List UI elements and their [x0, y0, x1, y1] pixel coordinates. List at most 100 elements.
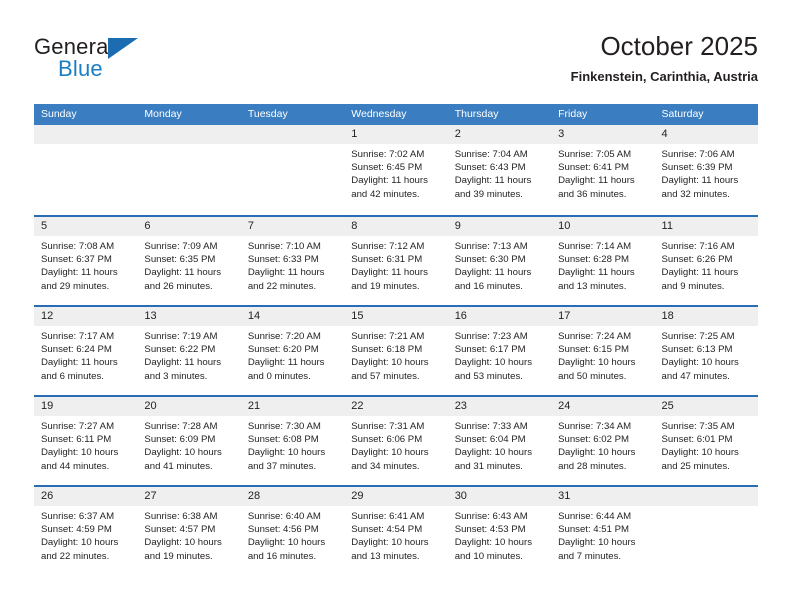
- day-number: [34, 125, 138, 144]
- day-details: Sunrise: 6:41 AM Sunset: 4:54 PM Daylight:…: [344, 506, 447, 563]
- day-cell[interactable]: 3 Sunrise: 7:05 AM Sunset: 6:41 PM Daylight…: [551, 125, 655, 215]
- day-cell[interactable]: 8 Sunrise: 7:12 AM Sunset: 6:31 PM Daylight…: [344, 217, 448, 305]
- day-cell[interactable]: 17 Sunrise: 7:24 AM Sunset: 6:15 PM Dayligh…: [551, 307, 655, 395]
- sunset-text: Sunset: 4:56 PM: [247, 524, 319, 536]
- day-number: 22: [344, 397, 448, 416]
- day-details: Sunrise: 7:09 AM Sunset: 6:35 PM Daylight:…: [137, 236, 240, 293]
- day-details: Sunrise: 7:08 AM Sunset: 6:37 PM Daylight:…: [34, 236, 137, 293]
- sunrise-text: Sunrise: 7:09 AM: [144, 241, 218, 252]
- day-number: 2: [447, 125, 552, 144]
- sunrise-text: Sunrise: 6:40 AM: [247, 511, 321, 522]
- sunrise-text: Sunrise: 7:12 AM: [351, 241, 425, 252]
- day-cell[interactable]: 9 Sunrise: 7:13 AM Sunset: 6:30 PM Daylight…: [447, 217, 552, 305]
- day-details: Sunrise: 6:37 AM Sunset: 4:59 PM Daylight:…: [34, 506, 137, 563]
- sunset-text: Sunset: 4:57 PM: [144, 524, 216, 536]
- sunrise-text: Sunrise: 7:33 AM: [454, 421, 528, 432]
- day-cell[interactable]: 1 Sunrise: 7:02 AM Sunset: 6:45 PM Daylight…: [344, 125, 448, 215]
- daylight-text: Daylight: 10 hours and 22 minutes.: [41, 537, 119, 562]
- day-details: Sunrise: 7:31 AM Sunset: 6:06 PM Daylight:…: [344, 416, 447, 473]
- day-cell[interactable]: 22 Sunrise: 7:31 AM Sunset: 6:06 PM Dayligh…: [344, 397, 448, 485]
- weekday-header-tuesday: Tuesday: [247, 108, 288, 120]
- sunset-text: Sunset: 4:54 PM: [351, 524, 423, 536]
- weekday-header-thursday: Thursday: [454, 108, 499, 120]
- sunset-text: Sunset: 6:04 PM: [454, 434, 526, 446]
- day-details: Sunrise: 6:44 AM Sunset: 4:51 PM Daylight:…: [551, 506, 654, 563]
- day-number: 15: [344, 307, 448, 326]
- day-cell[interactable]: 4 Sunrise: 7:06 AM Sunset: 6:39 PM Daylight…: [654, 125, 758, 215]
- day-number: 13: [137, 307, 241, 326]
- sunrise-text: Sunrise: 7:25 AM: [661, 331, 735, 342]
- day-number: 23: [447, 397, 552, 416]
- sunset-text: Sunset: 6:17 PM: [454, 344, 526, 356]
- sunset-text: Sunset: 6:28 PM: [558, 254, 630, 266]
- day-number: 8: [344, 217, 448, 236]
- sunset-text: Sunset: 6:02 PM: [558, 434, 630, 446]
- day-number: 20: [137, 397, 241, 416]
- day-cell[interactable]: 6 Sunrise: 7:09 AM Sunset: 6:35 PM Daylight…: [137, 217, 241, 305]
- day-cell[interactable]: 21 Sunrise: 7:30 AM Sunset: 6:08 PM Dayligh…: [240, 397, 345, 485]
- day-details: Sunrise: 7:10 AM Sunset: 6:33 PM Daylight:…: [241, 236, 344, 293]
- day-cell[interactable]: 11 Sunrise: 7:16 AM Sunset: 6:26 PM Dayligh…: [654, 217, 758, 305]
- day-cell[interactable]: 13 Sunrise: 7:19 AM Sunset: 6:22 PM Dayligh…: [137, 307, 241, 395]
- sunrise-text: Sunrise: 7:31 AM: [351, 421, 425, 432]
- day-cell[interactable]: 25 Sunrise: 7:35 AM Sunset: 6:01 PM Dayligh…: [654, 397, 758, 485]
- weekday-header-monday: Monday: [144, 108, 182, 120]
- calendar-week-row: 5 Sunrise: 7:08 AM Sunset: 6:37 PM Daylight…: [34, 215, 758, 305]
- weekday-header-saturday: Saturday: [661, 108, 704, 120]
- day-cell[interactable]: 10 Sunrise: 7:14 AM Sunset: 6:28 PM Dayligh…: [551, 217, 655, 305]
- day-cell[interactable]: 2 Sunrise: 7:04 AM Sunset: 6:43 PM Daylight…: [447, 125, 552, 215]
- weekday-header-sunday: Sunday: [41, 108, 77, 120]
- day-details: Sunrise: 7:06 AM Sunset: 6:39 PM Daylight:…: [655, 144, 758, 201]
- day-cell[interactable]: 23 Sunrise: 7:33 AM Sunset: 6:04 PM Dayligh…: [447, 397, 552, 485]
- daylight-text: Daylight: 10 hours and 34 minutes.: [351, 447, 429, 472]
- day-details: Sunrise: 7:19 AM Sunset: 6:22 PM Daylight:…: [137, 326, 240, 383]
- day-cell[interactable]: 29 Sunrise: 6:41 AM Sunset: 4:54 PM Dayligh…: [344, 487, 448, 575]
- sunset-text: Sunset: 6:09 PM: [144, 434, 216, 446]
- sunset-text: Sunset: 6:30 PM: [454, 254, 526, 266]
- day-cell-empty: [137, 125, 241, 215]
- day-cell[interactable]: 30 Sunrise: 6:43 AM Sunset: 4:53 PM Dayligh…: [447, 487, 552, 575]
- day-number: 26: [34, 487, 138, 506]
- sunrise-text: Sunrise: 7:17 AM: [41, 331, 115, 342]
- day-cell[interactable]: 12 Sunrise: 7:17 AM Sunset: 6:24 PM Dayligh…: [34, 307, 138, 395]
- day-number: 25: [654, 397, 758, 416]
- day-cell[interactable]: 28 Sunrise: 6:40 AM Sunset: 4:56 PM Dayligh…: [240, 487, 345, 575]
- daylight-text: Daylight: 10 hours and 31 minutes.: [454, 447, 533, 472]
- daylight-text: Daylight: 10 hours and 7 minutes.: [558, 537, 636, 562]
- daylight-text: Daylight: 10 hours and 10 minutes.: [454, 537, 533, 562]
- daylight-text: Daylight: 11 hours and 13 minutes.: [558, 267, 635, 292]
- calendar-page: General Blue October 2025 Finkenstein, C…: [0, 0, 792, 612]
- day-cell[interactable]: 31 Sunrise: 6:44 AM Sunset: 4:51 PM Dayligh…: [551, 487, 655, 575]
- day-cell[interactable]: 16 Sunrise: 7:23 AM Sunset: 6:17 PM Dayligh…: [447, 307, 552, 395]
- day-cell[interactable]: 19 Sunrise: 7:27 AM Sunset: 6:11 PM Dayligh…: [34, 397, 138, 485]
- day-details: Sunrise: 7:35 AM Sunset: 6:01 PM Daylight:…: [655, 416, 758, 473]
- day-details: Sunrise: 7:28 AM Sunset: 6:09 PM Daylight:…: [137, 416, 240, 473]
- day-cell[interactable]: 20 Sunrise: 7:28 AM Sunset: 6:09 PM Dayligh…: [137, 397, 241, 485]
- day-cell[interactable]: 7 Sunrise: 7:10 AM Sunset: 6:33 PM Daylight…: [240, 217, 345, 305]
- day-cell[interactable]: 5 Sunrise: 7:08 AM Sunset: 6:37 PM Daylight…: [34, 217, 138, 305]
- day-number: 9: [447, 217, 552, 236]
- day-number: 18: [654, 307, 758, 326]
- sunrise-text: Sunrise: 7:35 AM: [661, 421, 735, 432]
- day-cell[interactable]: 18 Sunrise: 7:25 AM Sunset: 6:13 PM Dayligh…: [654, 307, 758, 395]
- daylight-text: Daylight: 10 hours and 25 minutes.: [661, 447, 739, 472]
- day-cell[interactable]: 24 Sunrise: 7:34 AM Sunset: 6:02 PM Dayligh…: [551, 397, 655, 485]
- day-cell[interactable]: 27 Sunrise: 6:38 AM Sunset: 4:57 PM Dayligh…: [137, 487, 241, 575]
- sunset-text: Sunset: 4:59 PM: [41, 524, 112, 536]
- day-details: Sunrise: 6:43 AM Sunset: 4:53 PM Daylight:…: [448, 506, 551, 563]
- brand-logo: General Blue: [34, 34, 214, 84]
- day-cell[interactable]: 14 Sunrise: 7:20 AM Sunset: 6:20 PM Dayligh…: [240, 307, 345, 395]
- sunset-text: Sunset: 6:45 PM: [351, 162, 423, 174]
- day-number: 17: [551, 307, 655, 326]
- sunrise-text: Sunrise: 7:20 AM: [247, 331, 321, 342]
- day-number: 19: [34, 397, 138, 416]
- day-number: 6: [137, 217, 241, 236]
- weekday-header-row: Sunday Monday Tuesday Wednesday Thursday Frid…: [34, 104, 758, 125]
- day-cell[interactable]: 15 Sunrise: 7:21 AM Sunset: 6:18 PM Dayligh…: [344, 307, 448, 395]
- daylight-text: Daylight: 10 hours and 13 minutes.: [351, 537, 429, 562]
- day-number: 28: [240, 487, 345, 506]
- sunset-text: Sunset: 4:53 PM: [454, 524, 526, 536]
- day-cell[interactable]: 26 Sunrise: 6:37 AM Sunset: 4:59 PM Dayligh…: [34, 487, 138, 575]
- sunset-text: Sunset: 6:26 PM: [661, 254, 733, 266]
- day-details: Sunrise: 7:02 AM Sunset: 6:45 PM Daylight:…: [344, 144, 447, 201]
